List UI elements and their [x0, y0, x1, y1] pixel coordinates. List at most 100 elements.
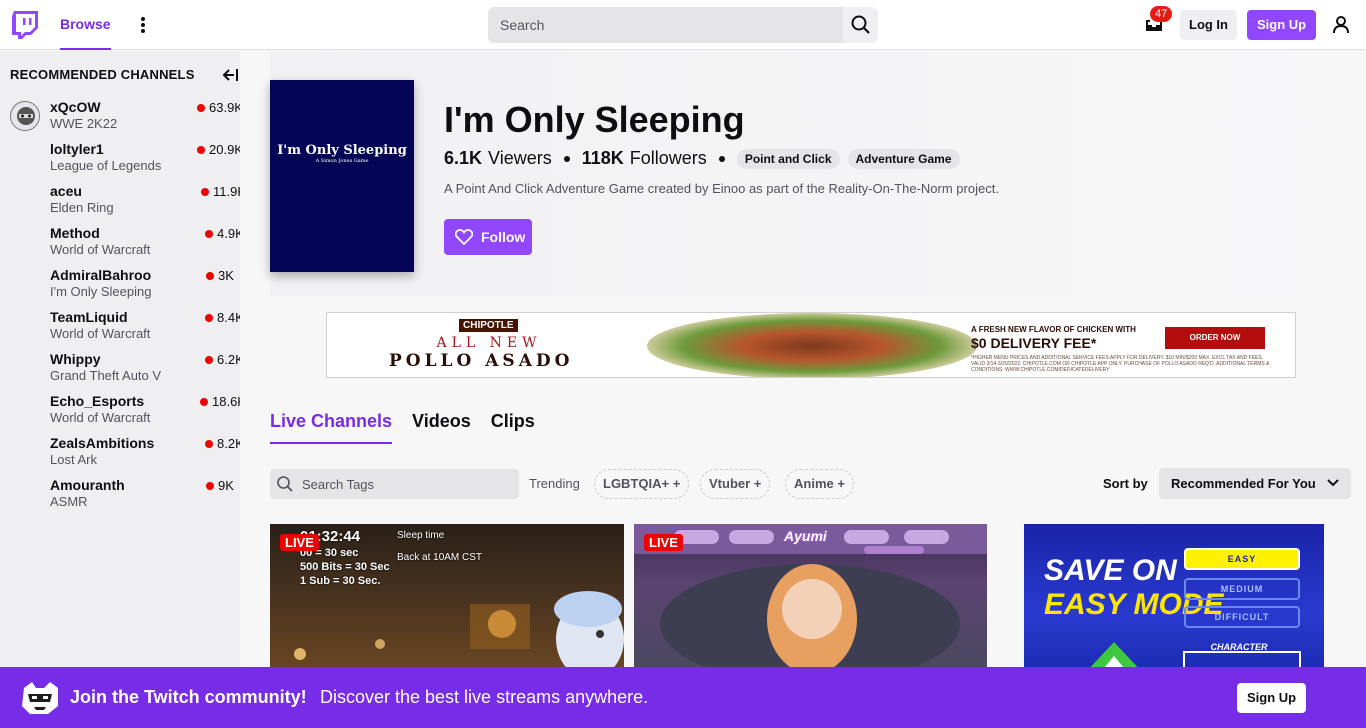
- ad-fine-print: *HIGHER MENU PRICES AND ADDITIONAL SERVI…: [971, 355, 1270, 373]
- channel-game: Elden Ring: [50, 200, 114, 215]
- stream-thumbnail-2[interactable]: Ayumi LIVE: [634, 524, 987, 674]
- search-icon: [851, 15, 870, 34]
- ad-order-button[interactable]: ORDER NOW: [1165, 327, 1265, 349]
- live-dot-icon: [205, 314, 213, 322]
- ad-fee-text: $0 DELIVERY FEE*: [971, 335, 1097, 351]
- signup-button[interactable]: Sign Up: [1247, 10, 1317, 40]
- channel-name: Echo_Esports: [50, 393, 145, 409]
- channel-name: TeamLiquid: [50, 309, 128, 325]
- sidebar-channel-teamliquid[interactable]: TeamLiquid World of Warcraft 8.4K: [0, 309, 244, 351]
- thumb1-right-line: Sleep time: [397, 530, 445, 541]
- live-dot-icon: [205, 230, 213, 238]
- live-dot-icon: [197, 104, 205, 112]
- live-dot-icon: [205, 356, 213, 364]
- live-dot-icon: [201, 188, 209, 196]
- sort-dropdown[interactable]: Recommended For You: [1159, 468, 1351, 499]
- sidebar-channel-loltyler1[interactable]: loltyler1 League of Legends 20.9K: [0, 141, 243, 183]
- game-description: A Point And Click Adventure Game created…: [444, 181, 999, 196]
- banner-subtitle: Discover the best live streams anywhere.: [320, 687, 649, 707]
- browse-link[interactable]: Browse: [60, 0, 111, 50]
- tag-adventure-game[interactable]: Adventure Game: [847, 148, 960, 169]
- channel-name: AdmiralBahroo: [50, 267, 152, 283]
- sidebar-channel-xqcow[interactable]: xQcOW WWE 2K22 63.9K: [0, 99, 243, 141]
- live-dot-icon: [205, 440, 213, 448]
- page-title: I'm Only Sleeping: [444, 99, 745, 140]
- live-dot-icon: [197, 146, 205, 154]
- sidebar-channel-admiralbahroo[interactable]: AdmiralBahroo I'm Only Sleeping 3K: [0, 267, 240, 309]
- stream-thumbnail-1[interactable]: 01:32:44 00 = 30 sec 500 Bits = 30 Sec 1…: [270, 524, 624, 674]
- game-header-background: [270, 51, 1366, 296]
- channel-name: Method: [50, 225, 100, 241]
- channel-name: ZealsAmbitions: [50, 435, 155, 451]
- chip-vtuber[interactable]: Vtuber +: [700, 469, 771, 499]
- chevron-down-icon: [1327, 479, 1339, 487]
- plus-icon: +: [672, 476, 681, 491]
- ad-brand: CHIPOTLE: [459, 319, 518, 332]
- live-badge: LIVE: [280, 534, 319, 551]
- search-button[interactable]: [843, 7, 878, 43]
- thumb3-option: EASY: [1184, 548, 1300, 570]
- tab-clips[interactable]: Clips: [491, 411, 535, 444]
- thumb1-right-text: Sleep time Back at 10AM CST: [397, 525, 482, 569]
- chip-label: LGBTQIA+: [603, 476, 670, 491]
- sidebar-channel-zealsambitions[interactable]: ZealsAmbitions Lost Ark 8.2K: [0, 435, 244, 477]
- sidebar-channel-aceu[interactable]: aceu Elden Ring 11.9K: [0, 183, 246, 225]
- chip-anime[interactable]: Anime +: [785, 469, 854, 499]
- live-dot-icon: [200, 398, 208, 406]
- live-dot-icon: [206, 482, 214, 490]
- sidebar-channel-echo-esports[interactable]: Echo_Esports World of Warcraft 18.6K: [0, 393, 246, 435]
- thumb3-option: MEDIUM: [1184, 578, 1300, 600]
- search-icon: [277, 476, 293, 492]
- sidebar-channel-method[interactable]: Method World of Warcraft 4.9K: [0, 225, 244, 267]
- box-art-title: I'm Only Sleeping: [277, 143, 407, 158]
- trending-label: Trending: [529, 476, 580, 491]
- game-box-art: I'm Only Sleeping A Simon Jones Game: [270, 80, 414, 272]
- login-button[interactable]: Log In: [1180, 10, 1237, 40]
- channel-game: Lost Ark: [50, 452, 97, 467]
- chip-label: Anime: [794, 476, 834, 491]
- twitch-logo-icon[interactable]: [12, 11, 38, 39]
- thumb2-art: [634, 524, 987, 674]
- sidebar-channel-whippy[interactable]: Whippy Grand Theft Auto V 6.2K: [0, 351, 244, 393]
- viewer-count: 63.9K: [209, 100, 243, 115]
- channel-game: League of Legends: [50, 158, 162, 173]
- channel-game: Grand Theft Auto V: [50, 368, 162, 383]
- follow-label: Follow: [481, 229, 526, 245]
- search-input[interactable]: [488, 7, 843, 43]
- tag-search-input[interactable]: [270, 469, 519, 499]
- channel-name: loltyler1: [50, 141, 104, 157]
- tab-videos[interactable]: Videos: [412, 411, 471, 444]
- chip-lgbtqia[interactable]: LGBTQIA+ +: [594, 469, 690, 499]
- plus-icon: +: [753, 476, 762, 491]
- tab-live-channels[interactable]: Live Channels: [270, 411, 393, 444]
- live-badge: LIVE: [644, 534, 683, 551]
- separator-dot: [718, 155, 725, 162]
- ad-line1: ALL NEW: [436, 335, 542, 351]
- channel-game: World of Warcraft: [50, 410, 151, 425]
- user-icon[interactable]: [1331, 15, 1351, 35]
- viewers-value: 6.1K: [444, 148, 483, 168]
- channel-game: ASMR: [50, 494, 88, 509]
- channel-game: World of Warcraft: [50, 242, 151, 257]
- sidebar-channel-amouranth[interactable]: Amouranth ASMR 9K: [0, 477, 240, 519]
- main-content: I'm Only Sleeping A Simon Jones Game I'm…: [240, 51, 1366, 728]
- tag-point-and-click[interactable]: Point and Click: [736, 148, 840, 169]
- join-community-banner: Join the Twitch community! Discover the …: [0, 667, 1366, 728]
- channel-name: aceu: [50, 183, 82, 199]
- stream-thumbnail-3[interactable]: SAVE ON EASY MODE EASY MEDIUM DIFFICULT …: [1024, 524, 1324, 674]
- game-stats: 6.1K Viewers 118K Followers Point and Cl…: [444, 148, 968, 169]
- thumb2-logo: Ayumi: [784, 528, 827, 544]
- banner-title: Join the Twitch community!: [70, 687, 307, 707]
- viewer-count: 20.9K: [209, 142, 243, 157]
- glitch-mascot-icon: [22, 682, 58, 714]
- follow-button[interactable]: Follow: [444, 219, 532, 255]
- followers-label: Followers: [629, 148, 707, 168]
- live-dot-icon: [206, 272, 214, 280]
- more-menu-icon[interactable]: [136, 15, 150, 35]
- advertisement-banner[interactable]: CHIPOTLE ALL NEW POLLO ASADO A FRESH NEW…: [326, 312, 1296, 378]
- thumb1-line: 500 Bits = 30 Sec: [300, 561, 390, 573]
- banner-signup-button[interactable]: Sign Up: [1237, 683, 1307, 713]
- ad-food-image: [647, 313, 977, 377]
- collapse-sidebar-icon[interactable]: [221, 67, 239, 83]
- channel-game: I'm Only Sleeping: [50, 284, 152, 299]
